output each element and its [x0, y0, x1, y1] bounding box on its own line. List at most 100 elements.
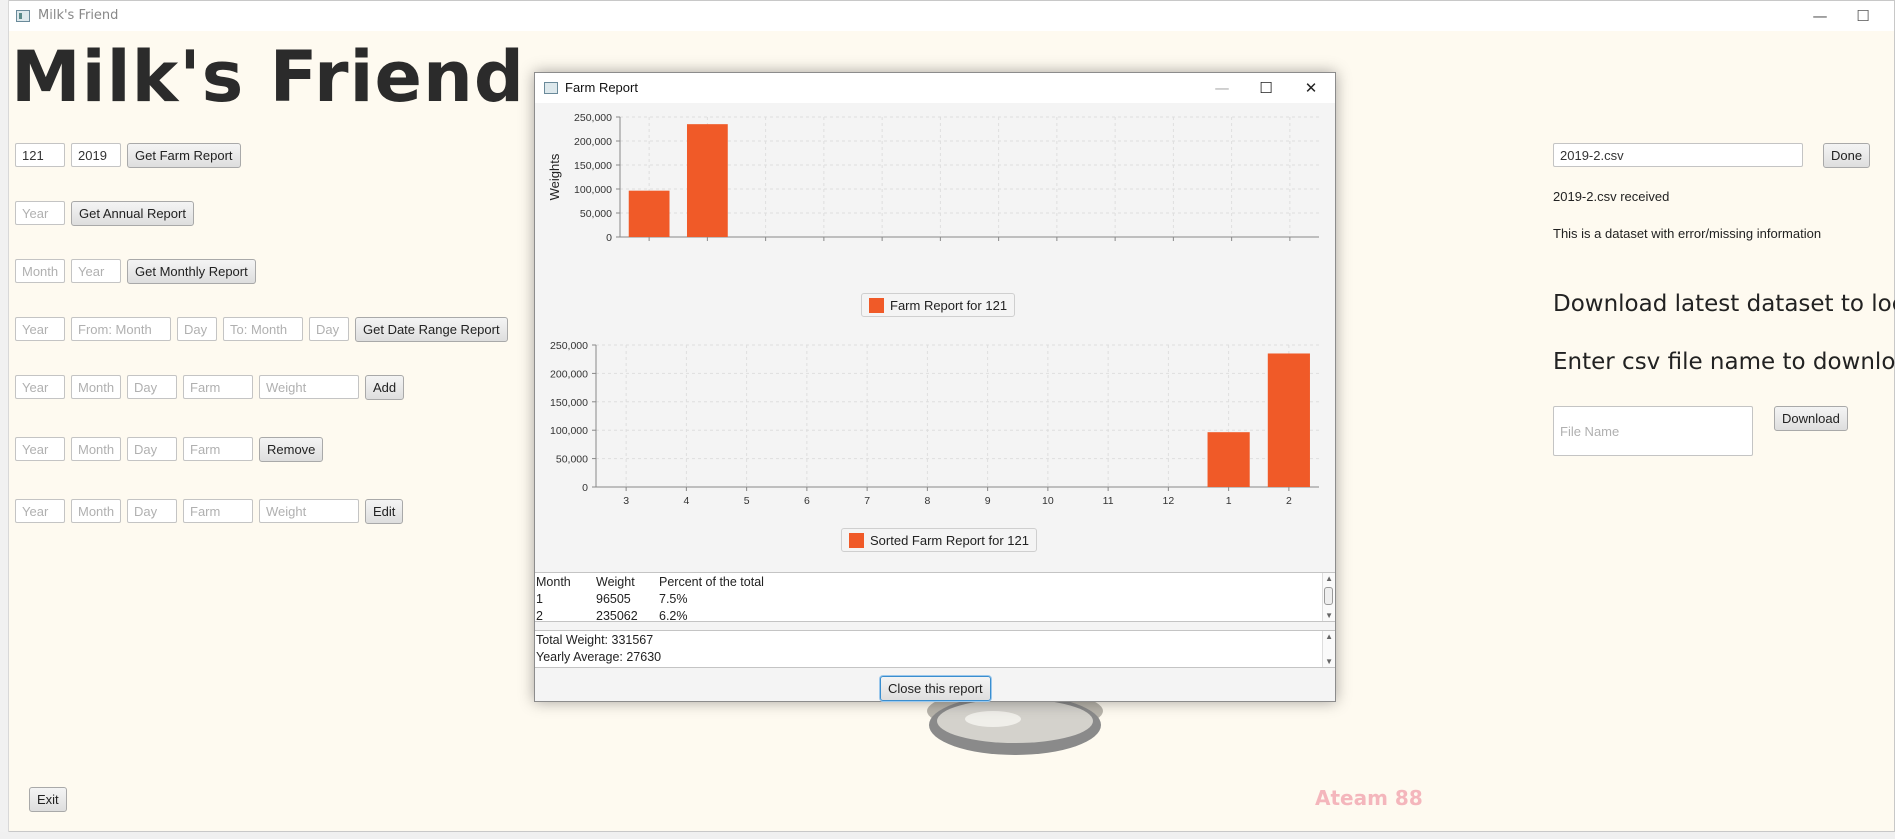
- annual-year-input[interactable]: [15, 201, 65, 225]
- download-button[interactable]: Download: [1774, 406, 1848, 431]
- x-tick-label: 7: [864, 495, 870, 507]
- range-from-day-input[interactable]: [177, 317, 217, 341]
- y-tick-label: 150,000: [550, 397, 588, 409]
- x-tick-label: 3: [763, 245, 769, 247]
- summary-area[interactable]: Total Weight: 331567 Yearly Average: 276…: [535, 630, 1335, 668]
- y-tick-label: 0: [606, 232, 612, 244]
- farm-id-input[interactable]: [15, 143, 65, 167]
- remove-day-input[interactable]: [127, 437, 177, 461]
- farm-year-input[interactable]: [71, 143, 121, 167]
- exit-button[interactable]: Exit: [29, 787, 67, 812]
- range-from-month-input[interactable]: [71, 317, 171, 341]
- table-cell: 96505: [596, 592, 631, 606]
- remove-button[interactable]: Remove: [259, 437, 324, 462]
- summary-scrollbar[interactable]: ▲ ▼: [1322, 631, 1335, 667]
- y-tick-label: 200,000: [550, 368, 588, 380]
- remove-month-input[interactable]: [71, 437, 121, 461]
- dialog-close-icon[interactable]: ✕: [1291, 75, 1331, 101]
- add-button[interactable]: Add: [365, 375, 405, 400]
- range-to-month-input[interactable]: [223, 317, 303, 341]
- x-tick-label: 8: [924, 495, 930, 507]
- maximize-icon[interactable]: ☐: [1843, 3, 1883, 29]
- minimize-icon[interactable]: —: [1800, 3, 1840, 29]
- total-weight-text: Total Weight: 331567: [536, 633, 654, 647]
- get-farm-report-button[interactable]: Get Farm Report: [127, 143, 241, 168]
- x-tick-label: 4: [821, 245, 827, 247]
- legend-swatch: [869, 297, 884, 313]
- x-tick-label: 9: [985, 495, 991, 507]
- monthly-month-input[interactable]: [15, 259, 65, 283]
- dialog-maximize-icon[interactable]: ☐: [1246, 75, 1286, 101]
- monthly-year-input[interactable]: [71, 259, 121, 283]
- dialog-minimize-icon[interactable]: —: [1202, 75, 1242, 101]
- table-header-percent: Percent of the total: [659, 575, 764, 589]
- x-tick-label: 6: [804, 495, 810, 507]
- chart1-legend: Farm Report for 121: [861, 293, 1016, 317]
- farm-report-dialog: Farm Report — ☐ ✕ 0 50,000 100,000 150,000 2…: [534, 72, 1336, 702]
- x-tick-label: 2: [704, 245, 710, 247]
- edit-button[interactable]: Edit: [365, 499, 404, 524]
- scroll-up-icon[interactable]: ▲: [1325, 574, 1333, 583]
- range-to-day-input[interactable]: [309, 317, 349, 341]
- scroll-down-icon[interactable]: ▼: [1325, 657, 1333, 666]
- table-cell: 235062: [596, 609, 638, 622]
- add-month-input[interactable]: [71, 375, 121, 399]
- x-tick-label: 7: [996, 245, 1002, 247]
- table-scrollbar[interactable]: ▲ ▼: [1322, 573, 1335, 621]
- remove-farm-input[interactable]: [183, 437, 253, 461]
- edit-farm-input[interactable]: [183, 499, 253, 523]
- add-farm-input[interactable]: [183, 375, 253, 399]
- dialog-title: Farm Report: [565, 80, 638, 95]
- report-table-area[interactable]: Month Weight Percent of the total 1 9650…: [535, 572, 1335, 622]
- x-tick-label: 1: [1226, 495, 1232, 507]
- chart2-legend: Sorted Farm Report for 121: [841, 528, 1037, 552]
- remove-year-input[interactable]: [15, 437, 65, 461]
- y-tick-label: 100,000: [574, 184, 612, 196]
- scroll-thumb[interactable]: [1324, 587, 1333, 605]
- bar: [628, 190, 670, 237]
- left-edge-strip: [0, 0, 9, 839]
- bar: [1207, 432, 1250, 487]
- window-title: Milk's Friend: [38, 8, 119, 23]
- received-status: 2019-2.csv received: [1553, 189, 1670, 204]
- y-tick-label: 100,000: [550, 425, 588, 437]
- close-report-button[interactable]: Close this report: [880, 676, 991, 701]
- file-name-input[interactable]: [1553, 406, 1753, 456]
- edit-day-input[interactable]: [127, 499, 177, 523]
- get-monthly-report-button[interactable]: Get Monthly Report: [127, 259, 256, 284]
- add-weight-input[interactable]: [259, 375, 359, 399]
- x-tick-label: 5: [879, 245, 885, 247]
- csv-file-input[interactable]: [1553, 143, 1803, 167]
- enter-filename-heading: Enter csv file name to download to:: [1553, 349, 1895, 375]
- x-tick-label: 4: [683, 495, 689, 507]
- legend-label: Farm Report for 121: [890, 297, 1008, 313]
- dialog-app-icon: [544, 82, 558, 94]
- scroll-up-icon[interactable]: ▲: [1325, 632, 1333, 641]
- edit-weight-input[interactable]: [259, 499, 359, 523]
- y-tick-label: 50,000: [580, 208, 612, 220]
- bar: [1267, 353, 1310, 487]
- add-year-input[interactable]: [15, 375, 65, 399]
- done-button[interactable]: Done: [1823, 143, 1871, 168]
- edit-month-input[interactable]: [71, 499, 121, 523]
- dataset-note: This is a dataset with error/missing inf…: [1553, 226, 1822, 241]
- x-tick-label: 3: [623, 495, 629, 507]
- legend-swatch: [849, 532, 864, 548]
- get-date-range-report-button[interactable]: Get Date Range Report: [355, 317, 508, 342]
- bar: [686, 124, 728, 237]
- app-heading: Milk's Friend: [11, 36, 525, 118]
- legend-label: Sorted Farm Report for 121: [870, 532, 1029, 548]
- y-axis-label: Weights: [547, 153, 562, 200]
- table-cell: 1: [536, 592, 543, 606]
- get-annual-report-button[interactable]: Get Annual Report: [71, 201, 194, 226]
- y-tick-label: 250,000: [550, 340, 588, 352]
- range-year-input[interactable]: [15, 317, 65, 341]
- x-tick-label: 1: [646, 245, 652, 247]
- scroll-down-icon[interactable]: ▼: [1325, 611, 1333, 620]
- x-tick-label: 12: [1163, 495, 1175, 507]
- sorted-farm-report-chart: 0 50,000 100,000 150,000 200,000 250,000 3 4 5 6 7…: [550, 340, 1319, 507]
- edit-year-input[interactable]: [15, 499, 65, 523]
- x-tick-label: 11: [1103, 495, 1114, 507]
- team-label: Ateam 88: [1315, 786, 1423, 810]
- add-day-input[interactable]: [127, 375, 177, 399]
